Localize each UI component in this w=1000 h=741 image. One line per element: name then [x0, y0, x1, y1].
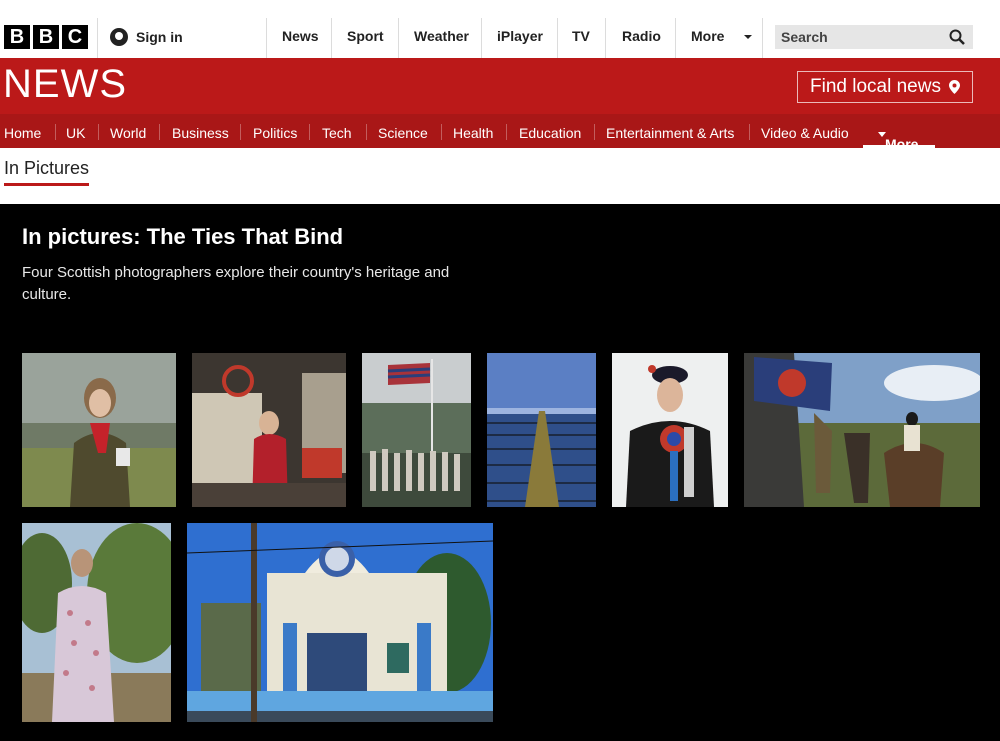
nav-home[interactable]: Home — [4, 125, 41, 141]
divider — [266, 18, 267, 58]
divider — [309, 124, 310, 140]
gallery-photo-elderly-woman-tree[interactable] — [22, 523, 171, 722]
divider — [441, 124, 442, 140]
bbc-logo-letter: B — [33, 25, 59, 49]
divider — [762, 18, 763, 58]
gallery-photo-riders-banner[interactable] — [744, 353, 980, 507]
sign-in-label: Sign in — [136, 29, 183, 45]
news-logo[interactable]: NEWS — [3, 62, 127, 107]
gallery-photo-flag-queue[interactable] — [362, 353, 471, 507]
divider — [675, 18, 676, 58]
person-icon — [110, 28, 128, 46]
find-local-news-button[interactable]: Find local news — [797, 71, 973, 103]
topnav-weather[interactable]: Weather — [414, 28, 469, 44]
divider — [594, 124, 595, 140]
search-icon[interactable] — [949, 29, 965, 45]
search-box — [775, 25, 973, 49]
divider — [506, 124, 507, 140]
nav-video-audio[interactable]: Video & Audio — [761, 125, 849, 141]
gallery-photo-synagogue-facade[interactable] — [187, 523, 493, 722]
nav-politics[interactable]: Politics — [253, 125, 297, 141]
gallery-area: In pictures: The Ties That Bind Four Sco… — [0, 204, 1000, 741]
nav-more[interactable]: More — [863, 114, 935, 152]
nav-more-text: More — [885, 136, 919, 152]
sign-in-link[interactable]: Sign in — [110, 26, 183, 48]
gallery-photo-man-rosette[interactable] — [612, 353, 728, 507]
nav-education[interactable]: Education — [519, 125, 581, 141]
topnav-sport[interactable]: Sport — [347, 28, 384, 44]
divider — [605, 18, 606, 58]
gallery-photo-stadium-steps[interactable] — [487, 353, 596, 507]
news-section-nav: Home UK World Business Politics Tech Sci… — [0, 114, 1000, 152]
divider — [398, 18, 399, 58]
topnav-more-label: More — [691, 28, 725, 44]
divider — [749, 124, 750, 140]
divider — [97, 18, 98, 58]
divider — [240, 124, 241, 140]
find-local-news-label: Find local news — [810, 76, 941, 97]
nav-tech[interactable]: Tech — [322, 125, 352, 141]
bbc-logo-letter: C — [62, 25, 88, 49]
divider — [481, 18, 482, 58]
chevron-down-icon — [744, 35, 753, 40]
topnav-more[interactable]: More — [691, 28, 753, 44]
nav-science[interactable]: Science — [378, 125, 428, 141]
global-header: B B C Sign in News Sport Weather iPlayer… — [0, 0, 1000, 59]
bbc-logo[interactable]: B B C — [4, 25, 88, 49]
search-input[interactable] — [775, 25, 945, 49]
nav-business[interactable]: Business — [172, 125, 229, 141]
topnav-tv[interactable]: TV — [572, 28, 590, 44]
article-standfirst: Four Scottish photographers explore thei… — [22, 264, 450, 303]
divider — [98, 124, 99, 140]
nav-uk[interactable]: UK — [66, 125, 85, 141]
news-masthead: NEWS Find local news — [0, 58, 1000, 114]
location-pin-icon — [948, 80, 960, 94]
divider — [557, 18, 558, 58]
divider — [366, 124, 367, 140]
nav-health[interactable]: Health — [453, 125, 493, 141]
topnav-radio[interactable]: Radio — [622, 28, 661, 44]
nav-more-label: More — [874, 125, 918, 152]
divider — [159, 124, 160, 140]
article-headline: In pictures: The Ties That Bind — [22, 224, 344, 249]
topnav-news[interactable]: News — [282, 28, 319, 44]
section-title[interactable]: In Pictures — [4, 158, 90, 186]
nav-entertainment-arts[interactable]: Entertainment & Arts — [606, 125, 734, 141]
nav-world[interactable]: World — [110, 125, 146, 141]
divider — [55, 124, 56, 140]
bbc-logo-letter: B — [4, 25, 30, 49]
gallery-photo-woman-field[interactable] — [22, 353, 176, 507]
divider — [331, 18, 332, 58]
topnav-iplayer[interactable]: iPlayer — [497, 28, 543, 44]
gallery-photo-man-barn[interactable] — [192, 353, 346, 507]
